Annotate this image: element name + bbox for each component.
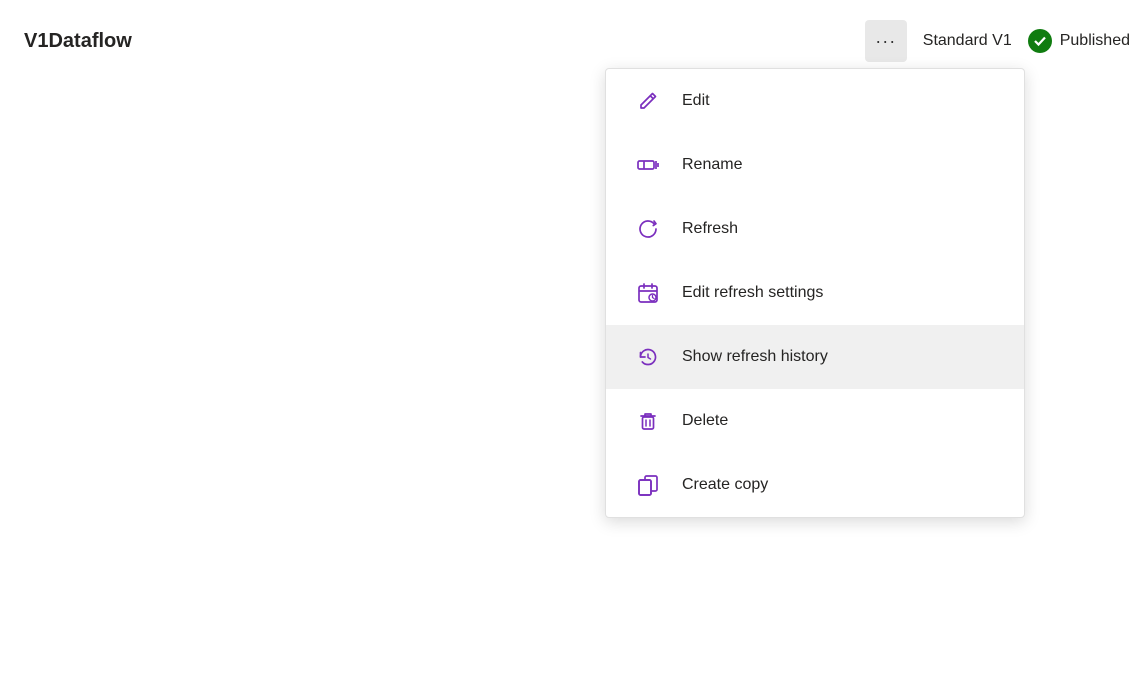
- menu-item-show-refresh-history-label: Show refresh history: [682, 348, 828, 366]
- menu-item-delete[interactable]: Delete: [606, 389, 1024, 453]
- copy-icon: [634, 471, 662, 499]
- delete-icon: [634, 407, 662, 435]
- menu-item-refresh[interactable]: Refresh: [606, 197, 1024, 261]
- refresh-icon: [634, 215, 662, 243]
- calendar-icon: [634, 279, 662, 307]
- rename-icon: [634, 151, 662, 179]
- menu-item-edit-refresh-settings-label: Edit refresh settings: [682, 284, 823, 302]
- menu-item-refresh-label: Refresh: [682, 220, 738, 238]
- menu-item-rename[interactable]: Rename: [606, 133, 1024, 197]
- menu-item-create-copy[interactable]: Create copy: [606, 453, 1024, 517]
- more-options-button[interactable]: ···: [865, 20, 907, 62]
- menu-item-edit-refresh-settings[interactable]: Edit refresh settings: [606, 261, 1024, 325]
- published-check-icon: [1028, 29, 1052, 53]
- edit-icon: [634, 87, 662, 115]
- menu-item-rename-label: Rename: [682, 156, 742, 174]
- context-menu: Edit Rename Refresh: [605, 68, 1025, 518]
- menu-item-delete-label: Delete: [682, 412, 728, 430]
- menu-item-edit-label: Edit: [682, 92, 710, 110]
- header-right: ··· Standard V1 Published: [865, 20, 1130, 62]
- menu-item-create-copy-label: Create copy: [682, 476, 768, 494]
- history-icon: [634, 343, 662, 371]
- menu-item-edit[interactable]: Edit: [606, 69, 1024, 133]
- menu-item-show-refresh-history[interactable]: Show refresh history: [606, 325, 1024, 389]
- published-badge: Published: [1028, 29, 1130, 53]
- page-title: V1Dataflow: [24, 30, 132, 53]
- standard-label: Standard V1: [923, 32, 1012, 50]
- published-label: Published: [1060, 32, 1130, 50]
